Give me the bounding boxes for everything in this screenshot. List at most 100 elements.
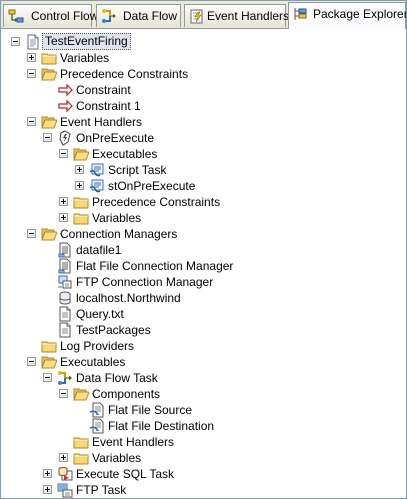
- tab-data-flow[interactable]: Data Flow: [96, 4, 181, 27]
- expand-icon[interactable]: [75, 165, 84, 174]
- folder-icon: [41, 50, 57, 66]
- sqltask-icon: [57, 466, 73, 482]
- folder-icon: [41, 338, 57, 354]
- collapse-icon[interactable]: [11, 37, 20, 46]
- package-explorer-tree: TestEventFiring Variables Precedence Const…: [1, 30, 406, 498]
- tree-node-execute-sql-task[interactable]: Execute SQL Task: [1, 466, 406, 482]
- tree-node-query-txt[interactable]: Query.txt: [1, 306, 406, 322]
- tree-node-flat-file-source[interactable]: Flat File Source: [1, 402, 406, 418]
- tree-node-log-providers[interactable]: Log Providers: [1, 338, 406, 354]
- tree-node-ftp-connection-manager[interactable]: FTP Connection Manager: [1, 274, 406, 290]
- tree-node-flat-file-connection-manager[interactable]: Flat File Connection Manager: [1, 258, 406, 274]
- data-flow-icon: [101, 9, 117, 24]
- folder-icon: [73, 210, 89, 226]
- tree-node-label: Precedence Constraints: [60, 67, 189, 81]
- tree-node-label: Variables: [60, 51, 110, 65]
- collapse-icon[interactable]: [27, 69, 36, 78]
- package-icon: [25, 34, 41, 50]
- folder-open-icon: [41, 114, 58, 130]
- tree-node-event-handlers[interactable]: Event Handlers: [1, 114, 406, 130]
- tree-node-script-task[interactable]: Script Task: [1, 162, 406, 178]
- event-handlers-icon: [189, 9, 205, 24]
- collapse-icon[interactable]: [27, 357, 36, 366]
- tree-node-executables[interactable]: Executables: [1, 354, 406, 370]
- tree-node-stonpreexecute[interactable]: stOnPreExecute: [1, 178, 406, 194]
- tree-node-event-handlers[interactable]: Event Handlers: [1, 434, 406, 450]
- folder-open-icon: [73, 386, 90, 402]
- tab-package-explorer[interactable]: Package Explorer: [288, 2, 406, 29]
- script-icon: [89, 162, 105, 178]
- expand-icon[interactable]: [75, 181, 84, 190]
- tree-node-label: Components: [92, 387, 161, 401]
- tree-node-testeventfiring[interactable]: TestEventFiring: [1, 33, 406, 50]
- tree-node-constraint-1[interactable]: Constraint 1: [1, 98, 406, 114]
- tree-node-label: FTP Connection Manager: [76, 275, 214, 289]
- collapse-icon[interactable]: [43, 133, 52, 142]
- tree-node-datafile1[interactable]: datafile1: [1, 242, 406, 258]
- tree-node-connection-managers[interactable]: Connection Managers: [1, 226, 406, 242]
- control-flow-icon: [8, 9, 24, 24]
- tree-node-onpreexecute[interactable]: OnPreExecute: [1, 130, 406, 146]
- collapse-icon[interactable]: [27, 117, 36, 126]
- tree-node-variables[interactable]: Variables: [1, 450, 406, 466]
- tree-node-executables[interactable]: Executables: [1, 146, 406, 162]
- folder-open-icon: [41, 226, 58, 242]
- expand-icon[interactable]: [59, 453, 68, 462]
- folder-icon: [73, 194, 89, 210]
- tree-node-label: Constraint 1: [76, 99, 141, 113]
- collapse-icon[interactable]: [59, 389, 68, 398]
- collapse-icon[interactable]: [59, 149, 68, 158]
- tree-node-label: Log Providers: [60, 339, 135, 353]
- oledb-icon: [57, 290, 73, 306]
- tree-node-label: Event Handlers: [60, 115, 143, 129]
- tree-node-label: datafile1: [76, 243, 122, 257]
- tree-node-label: Constraint: [76, 83, 131, 97]
- tree-node-label: Script Task: [108, 163, 167, 177]
- tab-label: Event Handlers: [207, 9, 290, 23]
- folder-icon: [73, 450, 89, 466]
- tree-node-label: Variables: [92, 211, 142, 225]
- expand-icon[interactable]: [59, 213, 68, 222]
- collapse-icon[interactable]: [43, 373, 52, 382]
- arrow-icon: [57, 98, 73, 114]
- tab-control-flow[interactable]: Control Flow: [3, 4, 98, 27]
- folder-open-icon: [41, 66, 58, 82]
- arrow-icon: [57, 82, 73, 98]
- folder-open-icon: [41, 354, 58, 370]
- tree-node-components[interactable]: Components: [1, 386, 406, 402]
- tree-node-data-flow-task[interactable]: Data Flow Task: [1, 370, 406, 386]
- tree-node-flat-file-destination[interactable]: Flat File Destination: [1, 418, 406, 434]
- tree-node-label: Flat File Source: [108, 403, 193, 417]
- tree-node-precedence-constraints[interactable]: Precedence Constraints: [1, 66, 406, 82]
- component-icon: [89, 418, 105, 434]
- tree-node-variables[interactable]: Variables: [1, 210, 406, 226]
- designer-tab-bar: Control Flow Data Flow Event Handlers Packa…: [1, 1, 406, 29]
- tree-node-label: Event Handlers: [92, 435, 175, 449]
- tab-event-handlers[interactable]: Event Handlers: [184, 4, 290, 27]
- tree-node-label: Data Flow Task: [76, 371, 158, 385]
- tree-node-precedence-constraints[interactable]: Precedence Constraints: [1, 194, 406, 210]
- dataflow-icon: [57, 370, 73, 386]
- component-icon: [89, 402, 105, 418]
- expand-icon[interactable]: [27, 53, 36, 62]
- tree-node-label: Flat File Connection Manager: [76, 259, 234, 273]
- tree-node-ftp-task[interactable]: FTP Task: [1, 482, 406, 498]
- tree-node-testpackages[interactable]: TestPackages: [1, 322, 406, 338]
- flatfile-icon: [57, 242, 73, 258]
- script-icon: [89, 178, 105, 194]
- tree-node-variables[interactable]: Variables: [1, 50, 406, 66]
- package-explorer-icon: [293, 7, 309, 22]
- expand-icon[interactable]: [43, 469, 52, 478]
- expand-icon[interactable]: [59, 197, 68, 206]
- package-explorer-window: Control Flow Data Flow Event Handlers Packa…: [0, 0, 407, 499]
- tree-node-label: Executables: [60, 355, 126, 369]
- tree-node-label: localhost.Northwind: [76, 291, 181, 305]
- tree-node-label: Query.txt: [76, 307, 124, 321]
- tree-node-label: TestPackages: [76, 323, 151, 337]
- folder-icon: [73, 434, 89, 450]
- expand-icon[interactable]: [43, 485, 52, 494]
- tree-node-localhost-northwind[interactable]: localhost.Northwind: [1, 290, 406, 306]
- collapse-icon[interactable]: [27, 229, 36, 238]
- tree-node-constraint[interactable]: Constraint: [1, 82, 406, 98]
- tree-node-label: Precedence Constraints: [92, 195, 221, 209]
